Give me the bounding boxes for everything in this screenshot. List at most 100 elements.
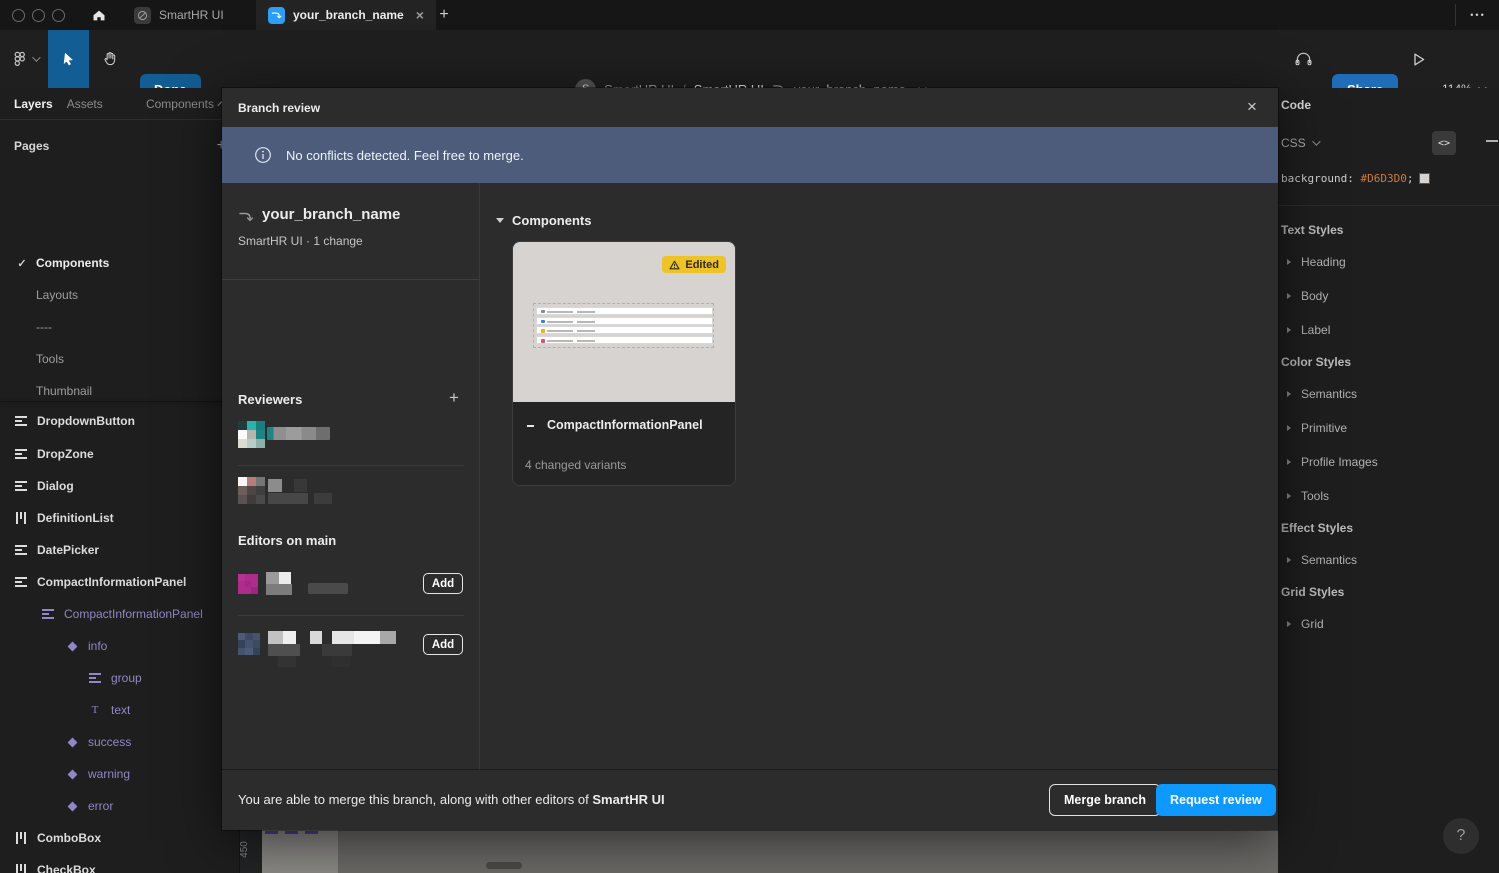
traffic-light-close[interactable]	[12, 9, 25, 22]
layer-row-text[interactable]: text	[0, 694, 240, 726]
play-icon	[1412, 52, 1426, 67]
figma-window: SmartHR UI your_branch_name × + •••	[0, 0, 1499, 873]
branch-icon	[268, 7, 285, 24]
add-editor-button[interactable]: Add	[423, 634, 463, 655]
request-review-button[interactable]: Request review	[1156, 784, 1276, 816]
layer-row-datepicker[interactable]: DatePicker	[0, 534, 240, 566]
tab-smarthr-ui[interactable]: SmartHR UI	[122, 0, 236, 30]
section-text-styles: Text Styles	[1281, 223, 1343, 237]
layer-label: DatePicker	[37, 543, 99, 557]
add-editor-button[interactable]: Add	[423, 573, 463, 594]
layer-row-compactinformationpanel-component[interactable]: CompactInformationPanel	[0, 598, 240, 630]
variant-diamond-icon	[65, 803, 79, 810]
redacted-editor-name	[308, 583, 348, 594]
chevron-right-icon	[1287, 425, 1291, 431]
layer-row-info-variant[interactable]: info	[0, 630, 240, 662]
page-selector-label: Components	[146, 97, 214, 111]
layer-row-group[interactable]: group	[0, 662, 240, 694]
style-item-semantics[interactable]: Semantics	[1287, 387, 1357, 401]
new-tab-button[interactable]: +	[430, 0, 458, 30]
pages-header: Pages +	[0, 132, 240, 160]
editors-title: Editors on main	[238, 533, 336, 548]
style-item-profile-images[interactable]: Profile Images	[1287, 455, 1378, 469]
chevron-right-icon	[1287, 391, 1291, 397]
layer-row-compactinformationpanel[interactable]: CompactInformationPanel	[0, 566, 240, 598]
help-button[interactable]: ?	[1443, 818, 1479, 854]
horizontal-scrollbar[interactable]	[486, 862, 522, 869]
variant-set-preview	[533, 303, 714, 348]
layer-row-dropzone[interactable]: DropZone	[0, 438, 240, 470]
style-item-grid[interactable]: Grid	[1287, 617, 1324, 631]
style-item-effect-semantics[interactable]: Semantics	[1287, 553, 1357, 567]
page-selector[interactable]: Components	[146, 88, 226, 120]
branch-icon	[238, 209, 254, 228]
sidebar-panel-tabs: Layers Assets Components	[0, 88, 240, 120]
tab-layers[interactable]: Layers	[0, 97, 53, 111]
layer-row-dialog[interactable]: Dialog	[0, 470, 240, 502]
tab-assets[interactable]: Assets	[53, 97, 103, 111]
style-item-label: Primitive	[1301, 421, 1347, 435]
window-menu-button[interactable]: •••	[1462, 0, 1494, 30]
panel-divider	[1278, 205, 1499, 206]
redacted-editor-name	[322, 644, 352, 656]
style-item-label[interactable]: Label	[1287, 323, 1330, 337]
canvas[interactable]: 450	[240, 830, 1278, 873]
layer-row-dropdownbutton[interactable]: DropdownButton	[0, 405, 240, 437]
tab-your-branch-name[interactable]: your_branch_name ×	[256, 0, 436, 30]
layer-row-success-variant[interactable]: success	[0, 726, 240, 758]
page-item-components[interactable]: ✓ Components	[0, 247, 240, 279]
layer-row-definitionlist[interactable]: DefinitionList	[0, 502, 240, 534]
component-change-card[interactable]: Edited CompactInformationPanel 4 changed…	[513, 242, 735, 485]
traffic-light-minimize[interactable]	[32, 9, 45, 22]
style-item-tools[interactable]: Tools	[1287, 489, 1329, 503]
modal-header: Branch review ×	[222, 88, 1278, 127]
main-menu-button[interactable]	[6, 30, 44, 88]
style-item-label: Semantics	[1301, 553, 1357, 567]
present-button[interactable]	[1402, 30, 1436, 88]
code-language-select[interactable]: CSS	[1281, 136, 1306, 150]
layer-row-error-variant[interactable]: error	[0, 790, 240, 822]
edited-badge-label: Edited	[685, 259, 719, 271]
tabbar-separator	[1455, 4, 1456, 26]
traffic-light-zoom[interactable]	[52, 9, 65, 22]
page-item-layouts[interactable]: Layouts	[0, 279, 240, 311]
code-view-toggle[interactable]	[1432, 131, 1456, 155]
close-tab-icon[interactable]: ×	[416, 8, 424, 22]
layer-label: info	[88, 639, 107, 653]
chevron-right-icon	[1287, 459, 1291, 465]
left-sidebar: Layers Assets Components Pages + ✓ Compo…	[0, 88, 240, 873]
layer-row-checkbox[interactable]: CheckBox	[0, 854, 240, 873]
variant-diamond-icon	[65, 643, 79, 650]
home-button[interactable]	[84, 0, 114, 30]
component-lines-icon	[14, 449, 28, 459]
page-item-thumbnail[interactable]: Thumbnail	[0, 375, 240, 407]
color-swatch[interactable]	[1419, 173, 1430, 184]
style-item-heading[interactable]: Heading	[1287, 255, 1346, 269]
code-section-title: Code	[1281, 98, 1311, 112]
audio-call-button[interactable]	[1286, 30, 1320, 88]
hand-icon	[101, 50, 118, 68]
component-columns-icon	[14, 512, 28, 524]
layer-label: DefinitionList	[37, 511, 114, 525]
selection-dash	[305, 831, 318, 834]
variant-row	[536, 317, 713, 325]
variant-row	[536, 307, 713, 315]
component-lines-icon	[14, 577, 28, 587]
chevron-right-icon	[1287, 327, 1291, 333]
redacted-editor-name	[332, 631, 354, 644]
close-icon[interactable]: ×	[1239, 94, 1265, 120]
style-item-body[interactable]: Body	[1287, 289, 1328, 303]
move-tool-button[interactable]	[48, 30, 89, 88]
style-item-primitive[interactable]: Primitive	[1287, 421, 1347, 435]
layer-row-combobox[interactable]: ComboBox	[0, 822, 240, 854]
hand-tool-button[interactable]	[92, 30, 126, 88]
reviewers-title: Reviewers	[238, 392, 302, 407]
add-reviewer-button[interactable]: +	[449, 388, 459, 408]
component-lines-icon	[41, 609, 55, 619]
page-label: Layouts	[36, 288, 78, 302]
components-heading[interactable]: Components	[496, 213, 591, 228]
banner-text: No conflicts detected. Feel free to merg…	[286, 148, 524, 163]
tab-label: SmartHR UI	[159, 8, 224, 22]
merge-branch-button[interactable]: Merge branch	[1049, 784, 1161, 816]
layer-row-warning-variant[interactable]: warning	[0, 758, 240, 790]
